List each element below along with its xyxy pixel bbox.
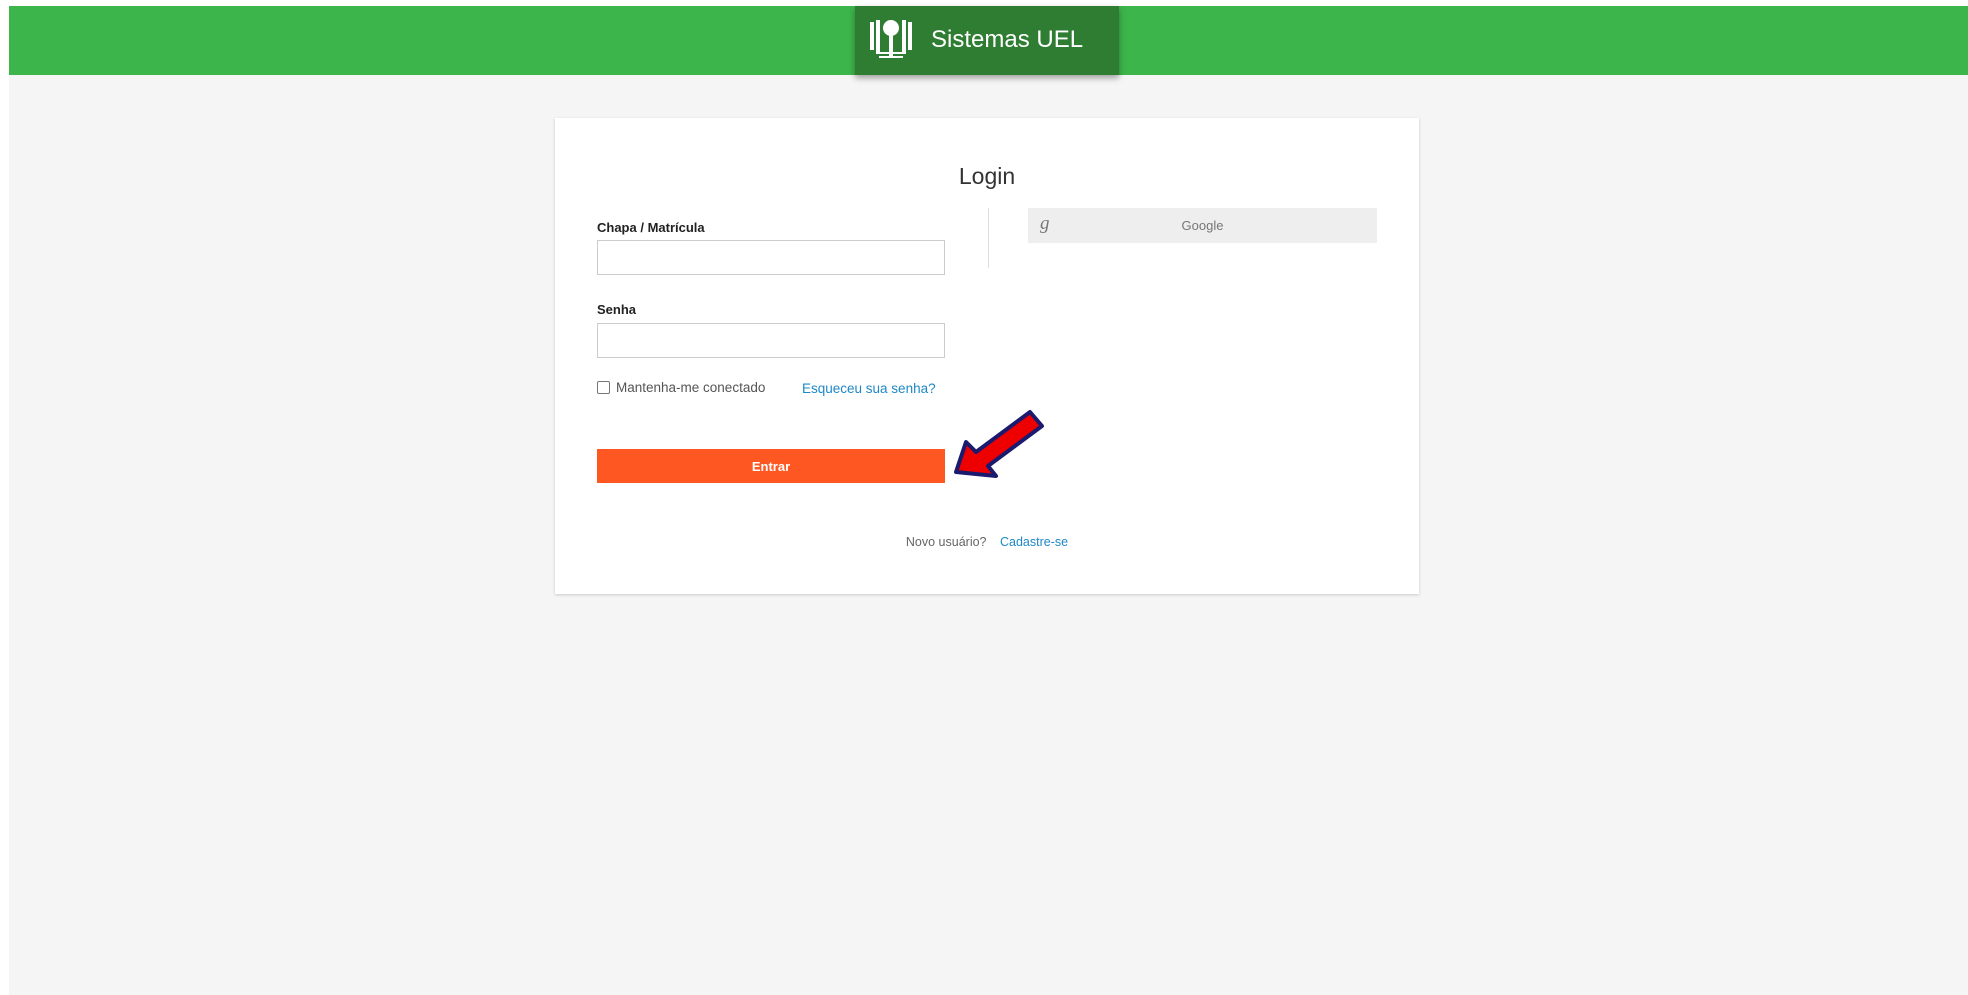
password-input[interactable]: [597, 323, 945, 358]
signup-prompt: Novo usuário?: [905, 535, 987, 549]
login-submit-button[interactable]: Entrar: [597, 449, 945, 483]
username-input[interactable]: [597, 240, 945, 275]
remember-me-checkbox[interactable]: [597, 381, 610, 394]
signup-row: Novo usuário? Cadastre-se: [555, 535, 1419, 549]
login-title: Login: [958, 163, 1016, 189]
username-label: Chapa / Matrícula: [597, 220, 705, 235]
google-login-button[interactable]: g Google: [1028, 208, 1377, 243]
page-background: Sistemas UEL Login Chapa / Matrícula Sen…: [9, 6, 1968, 995]
login-card: Login Chapa / Matrícula Senha Mantenha-m…: [555, 118, 1419, 594]
remember-me-label: Mantenha-me conectado: [616, 380, 766, 395]
remember-me[interactable]: Mantenha-me conectado: [597, 380, 765, 395]
uel-logo-icon: [870, 20, 912, 58]
vertical-divider: [988, 208, 989, 268]
app-title: Sistemas UEL: [931, 26, 1084, 53]
password-label: Senha: [597, 302, 637, 317]
signup-link[interactable]: Cadastre-se: [1000, 535, 1068, 549]
google-login-label: Google: [1181, 218, 1224, 233]
top-header-bar: Sistemas UEL: [9, 6, 1968, 75]
red-arrow-icon: [954, 410, 1044, 478]
brand-block[interactable]: Sistemas UEL: [855, 6, 1119, 75]
forgot-password-link[interactable]: Esqueceu sua senha?: [802, 381, 936, 396]
